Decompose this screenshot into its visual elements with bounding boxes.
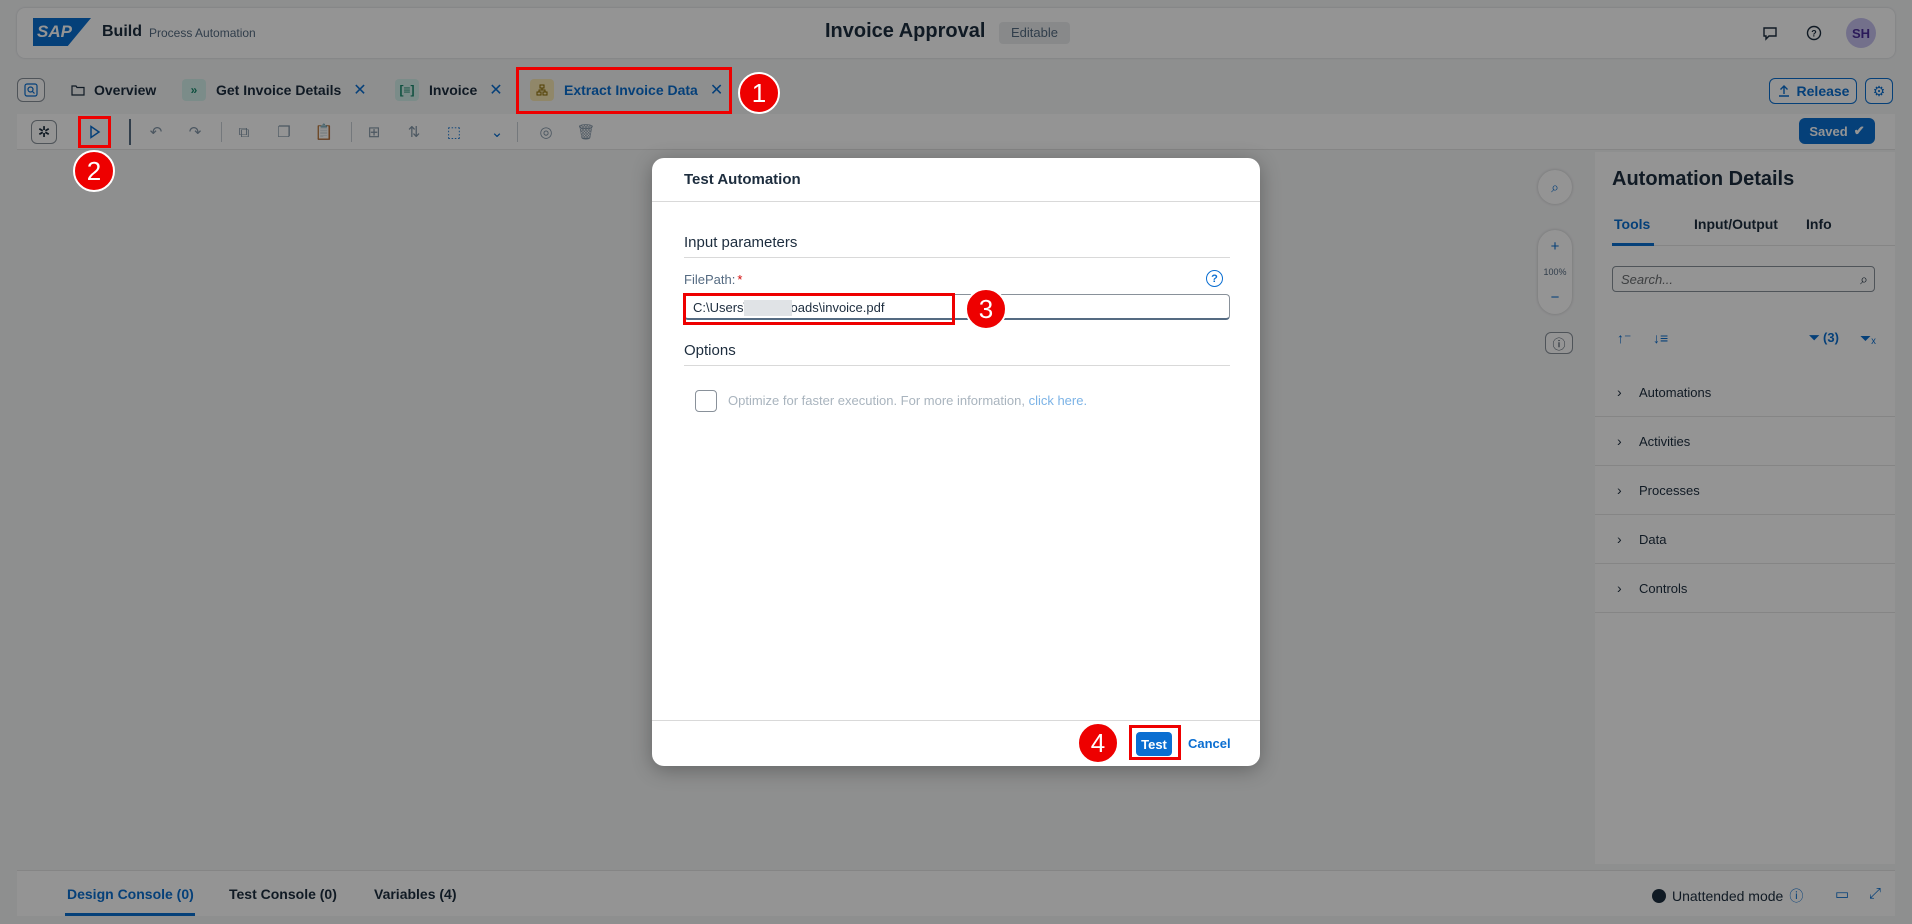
required-marker: *: [737, 272, 743, 287]
filepath-label: FilePath: *: [684, 272, 742, 287]
step-marker: 2: [73, 150, 115, 192]
filepath-label-text: FilePath:: [684, 272, 736, 287]
highlight-box: [78, 116, 111, 148]
input-parameters-heading: Input parameters: [684, 234, 1230, 258]
optimize-text: Optimize for faster execution. For more …: [728, 393, 1029, 408]
optimize-checkbox[interactable]: [695, 390, 717, 412]
options-heading: Options: [684, 342, 1230, 366]
step-marker: 3: [965, 288, 1007, 330]
help-icon[interactable]: ?: [1206, 270, 1223, 287]
highlight-box: [516, 67, 732, 114]
dialog-title: Test Automation: [652, 158, 1260, 202]
more-info-link[interactable]: click here.: [1029, 393, 1088, 408]
test-automation-dialog: Test Automation Input parameters FilePat…: [652, 158, 1260, 766]
step-marker: 1: [738, 72, 780, 114]
cancel-button[interactable]: Cancel: [1188, 736, 1231, 751]
highlight-box: [683, 293, 955, 325]
optimize-label: Optimize for faster execution. For more …: [728, 393, 1087, 408]
highlight-box: [1129, 725, 1181, 760]
step-marker: 4: [1077, 722, 1119, 764]
